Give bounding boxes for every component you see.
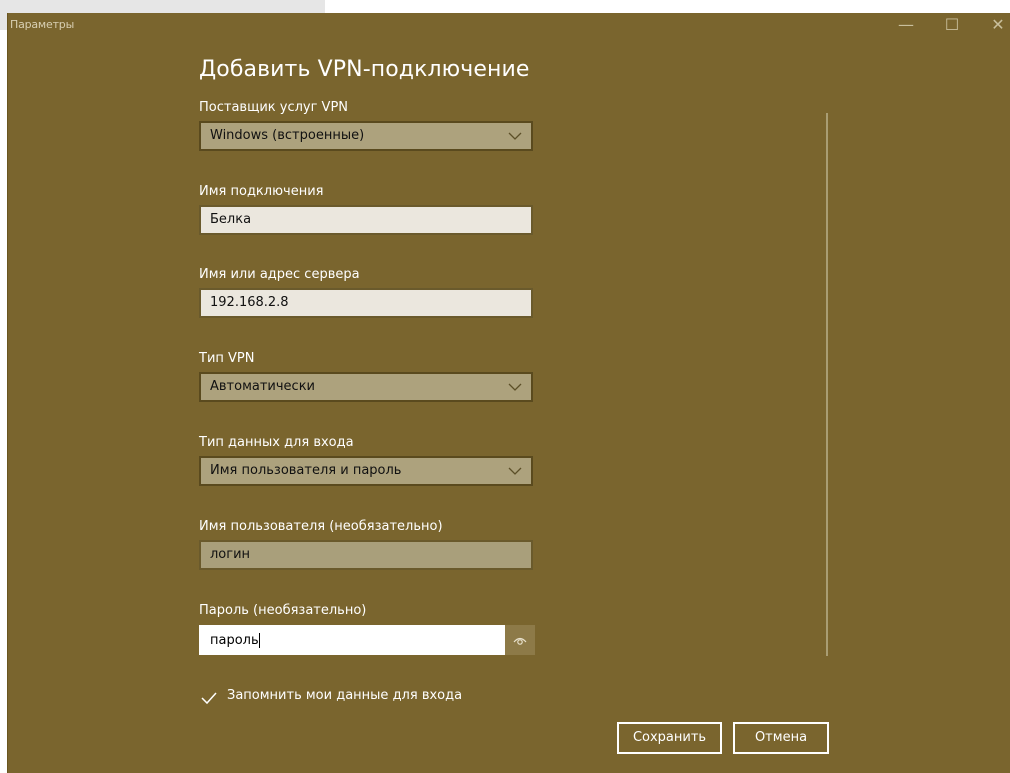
chevron-down-icon [508,467,522,475]
minimize-button[interactable]: — [883,13,929,41]
signin-type-value: Имя пользователя и пароль [210,463,402,478]
chevron-down-icon [508,132,522,140]
password-label: Пароль (необязательно) [199,603,367,618]
username-input[interactable]: логин [199,540,533,570]
text-caret [258,633,260,648]
title-bar: Параметры — ☐ ✕ [8,13,1010,43]
vpn-type-label: Тип VPN [199,351,255,366]
server-value: 192.168.2.8 [210,295,289,310]
maximize-button[interactable]: ☐ [929,13,975,41]
server-input[interactable]: 192.168.2.8 [199,288,533,318]
signin-type-select[interactable]: Имя пользователя и пароль [199,456,533,486]
vpn-type-select[interactable]: Автоматически [199,372,533,402]
remember-label: Запомнить мои данные для входа [227,688,463,703]
connection-name-input[interactable]: Белка [199,205,533,235]
eye-icon [513,637,527,645]
provider-select[interactable]: Windows (встроенные) [199,121,533,151]
connection-name-label: Имя подключения [199,184,324,199]
signin-type-label: Тип данных для входа [199,435,354,450]
checkmark-icon [201,692,217,705]
settings-window: Параметры — ☐ ✕ Добавить VPN-подключение… [7,13,1010,773]
scrollbar-track[interactable] [826,113,828,656]
password-input[interactable]: пароль [199,625,505,655]
chevron-down-icon [508,383,522,391]
username-label: Имя пользователя (необязательно) [199,519,443,534]
username-value: логин [210,547,251,562]
provider-value: Windows (встроенные) [210,128,365,143]
window-title: Параметры [10,18,75,31]
vpn-type-value: Автоматически [210,379,316,394]
save-button[interactable]: Сохранить [617,722,722,754]
cancel-button[interactable]: Отмена [733,722,829,754]
connection-name-value: Белка [210,212,252,227]
reveal-password-button[interactable] [505,625,535,655]
page-title: Добавить VPN-подключение [199,57,530,82]
provider-label: Поставщик услуг VPN [199,100,349,115]
password-value: пароль [210,633,259,648]
server-label: Имя или адрес сервера [199,267,360,282]
close-button[interactable]: ✕ [975,13,1010,41]
